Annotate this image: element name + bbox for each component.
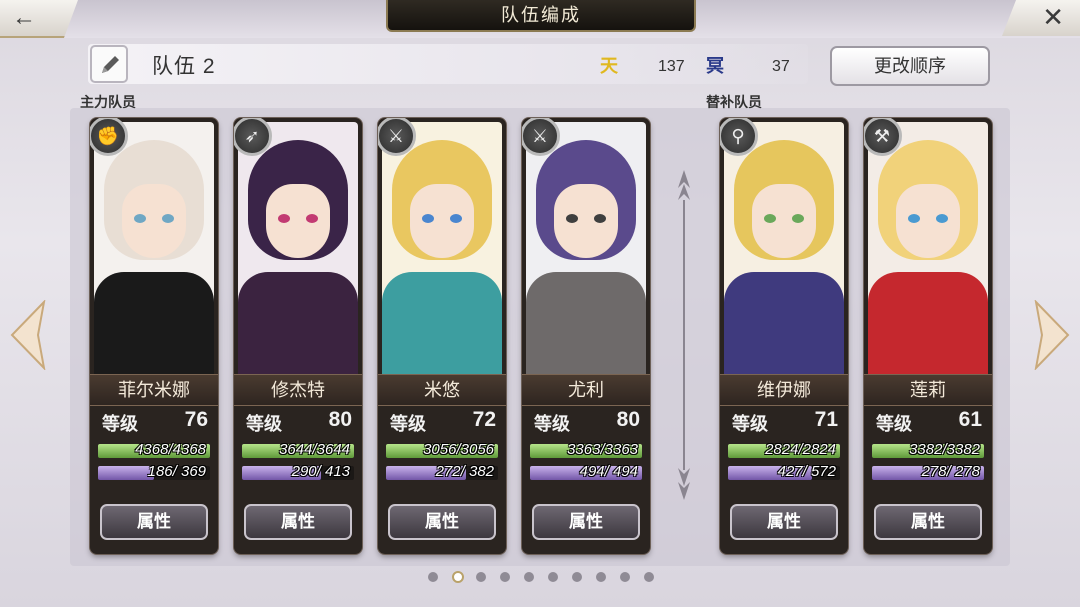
page-dot[interactable] bbox=[548, 572, 558, 582]
underworld-cost-icon: 冥 bbox=[706, 56, 724, 76]
character-portrait[interactable] bbox=[238, 122, 358, 380]
team-info-bar: 队伍 2 天 137 冥 37 bbox=[88, 44, 808, 84]
member-card[interactable]: ⚔ 尤利 等级 80 3363/3363 494/ 494 属性 bbox=[522, 118, 650, 554]
hp-bar: 3644/3644 bbox=[242, 441, 354, 458]
mp-text: 272/ 382 bbox=[435, 463, 494, 480]
hp-text: 2824/2824 bbox=[765, 441, 836, 458]
hp-text: 3644/3644 bbox=[279, 441, 350, 458]
hp-bar: 3382/3382 bbox=[872, 441, 984, 458]
attributes-button[interactable]: 属性 bbox=[730, 504, 838, 540]
level-label: 等级 bbox=[246, 414, 282, 434]
main-sub-divider bbox=[678, 170, 690, 500]
next-page-arrow-icon[interactable] bbox=[1032, 300, 1072, 370]
page-dot[interactable] bbox=[476, 572, 486, 582]
mp-text: 278/ 278 bbox=[921, 463, 980, 480]
hp-text: 3056/3056 bbox=[423, 441, 494, 458]
page-dot[interactable] bbox=[620, 572, 630, 582]
character-name: 维伊娜 bbox=[720, 374, 848, 406]
hp-bar: 2824/2824 bbox=[728, 441, 840, 458]
level-value: 76 bbox=[184, 408, 208, 431]
hp-text: 3382/3382 bbox=[909, 441, 980, 458]
page-dot[interactable] bbox=[596, 572, 606, 582]
attributes-button[interactable]: 属性 bbox=[100, 504, 208, 540]
page-dot[interactable] bbox=[644, 572, 654, 582]
hp-bar: 3363/3363 bbox=[530, 441, 642, 458]
mp-text: 494/ 494 bbox=[579, 463, 638, 480]
pencil-icon bbox=[102, 56, 119, 73]
member-card[interactable]: ⚲ 维伊娜 等级 71 2824/2824 427/ 572 属性 bbox=[720, 118, 848, 554]
prev-page-arrow-icon[interactable] bbox=[8, 300, 48, 370]
level-label: 等级 bbox=[534, 414, 570, 434]
rename-team-button[interactable] bbox=[90, 45, 128, 83]
member-card[interactable]: ⚔ 米悠 等级 72 3056/3056 272/ 382 属性 bbox=[378, 118, 506, 554]
mp-bar: 272/ 382 bbox=[386, 463, 498, 480]
mp-bar: 278/ 278 bbox=[872, 463, 984, 480]
attributes-button[interactable]: 属性 bbox=[532, 504, 640, 540]
mp-bar: 494/ 494 bbox=[530, 463, 642, 480]
attributes-button[interactable]: 属性 bbox=[244, 504, 352, 540]
level-label: 等级 bbox=[732, 414, 768, 434]
attributes-button[interactable]: 属性 bbox=[874, 504, 982, 540]
level-value: 80 bbox=[616, 408, 640, 431]
level-value: 61 bbox=[958, 408, 982, 431]
mp-text: 186/ 369 bbox=[147, 463, 206, 480]
character-portrait[interactable] bbox=[94, 122, 214, 380]
back-arrow-icon: ← bbox=[12, 4, 36, 31]
level-value: 80 bbox=[328, 408, 352, 431]
character-portrait[interactable] bbox=[382, 122, 502, 380]
attributes-button[interactable]: 属性 bbox=[388, 504, 496, 540]
level-value: 71 bbox=[814, 408, 838, 431]
character-name: 修杰特 bbox=[234, 374, 362, 406]
heaven-cost-icon: 天 bbox=[600, 56, 618, 76]
member-card[interactable]: ➶ 修杰特 等级 80 3644/3644 290/ 413 属性 bbox=[234, 118, 362, 554]
level-label: 等级 bbox=[390, 414, 426, 434]
character-name: 菲尔米娜 bbox=[90, 374, 218, 406]
underworld-cost-value: 37 bbox=[772, 58, 790, 75]
character-portrait[interactable] bbox=[526, 122, 646, 380]
hp-bar: 3056/3056 bbox=[386, 441, 498, 458]
character-name: 米悠 bbox=[378, 374, 506, 406]
character-name: 莲莉 bbox=[864, 374, 992, 406]
character-portrait[interactable] bbox=[868, 122, 988, 380]
mp-bar: 290/ 413 bbox=[242, 463, 354, 480]
level-value: 72 bbox=[472, 408, 496, 431]
page-dot[interactable] bbox=[572, 572, 582, 582]
team-name: 队伍 2 bbox=[152, 55, 216, 78]
member-card[interactable]: ✊ 菲尔米娜 等级 76 4368/4368 186/ 369 属性 bbox=[90, 118, 218, 554]
member-card[interactable]: ⚒ 莲莉 等级 61 3382/3382 278/ 278 属性 bbox=[864, 118, 992, 554]
close-icon: ✕ bbox=[1042, 2, 1064, 32]
hp-text: 4368/4368 bbox=[135, 441, 206, 458]
hp-text: 3363/3363 bbox=[567, 441, 638, 458]
page-title: 队伍编成 bbox=[386, 0, 696, 32]
page-dot[interactable] bbox=[428, 572, 438, 582]
mp-bar: 427/ 572 bbox=[728, 463, 840, 480]
heaven-cost-value: 137 bbox=[658, 58, 685, 75]
hp-bar: 4368/4368 bbox=[98, 441, 210, 458]
page-dot[interactable] bbox=[524, 572, 534, 582]
page-dot[interactable] bbox=[500, 572, 510, 582]
level-label: 等级 bbox=[876, 414, 912, 434]
change-order-button[interactable]: 更改顺序 bbox=[830, 46, 990, 86]
character-portrait[interactable] bbox=[724, 122, 844, 380]
level-label: 等级 bbox=[102, 414, 138, 434]
mp-bar: 186/ 369 bbox=[98, 463, 210, 480]
mp-text: 290/ 413 bbox=[291, 463, 350, 480]
character-name: 尤利 bbox=[522, 374, 650, 406]
page-dot[interactable] bbox=[452, 571, 464, 583]
mp-text: 427/ 572 bbox=[777, 463, 836, 480]
